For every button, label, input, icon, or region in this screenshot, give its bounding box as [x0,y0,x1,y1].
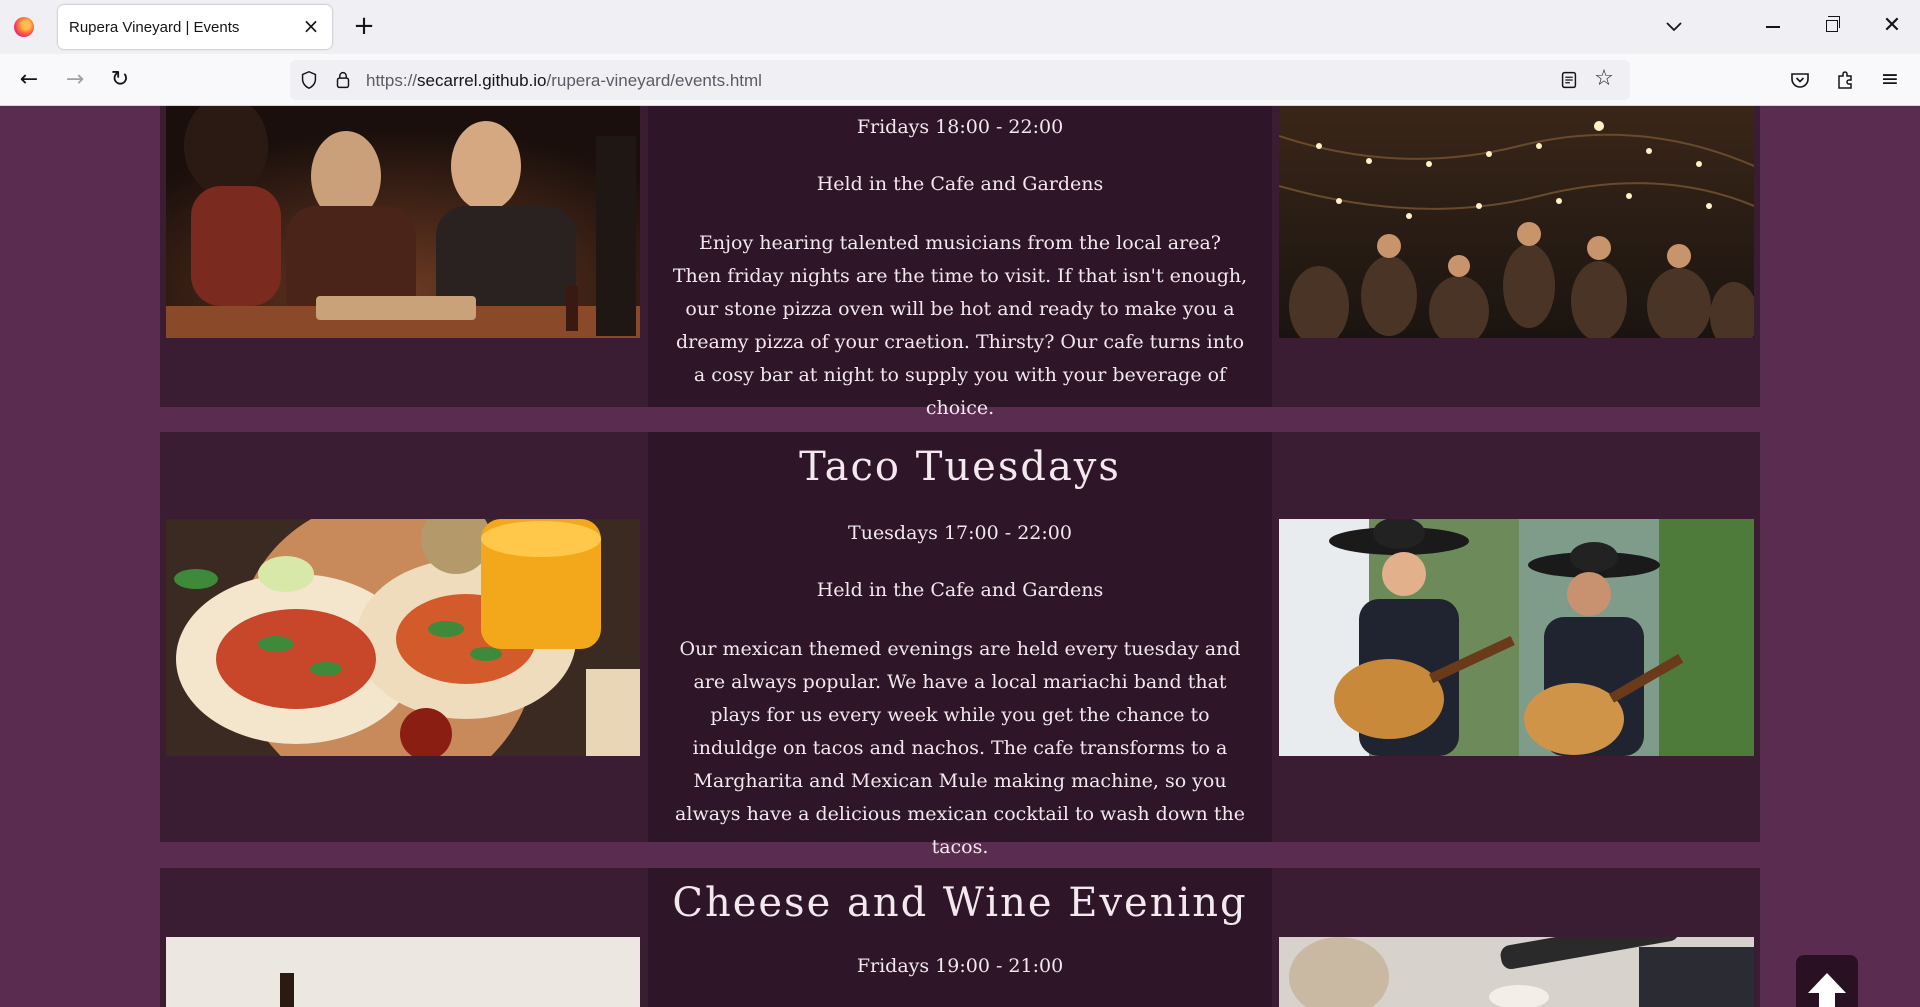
friends-eating-pizza-image [166,106,640,338]
live-music-crowd-image [1279,106,1754,338]
event-description: Enjoy hearing talented musicians from th… [672,232,1248,419]
arrow-up-icon [1808,973,1846,1007]
event-card-taco-tuesdays: Taco Tuesdays Tuesdays 17:00 - 22:00 Hel… [160,432,1760,858]
event-photo-live-music [1279,106,1754,338]
url-prefix: https:// [366,71,418,90]
event-description: Our mexican themed evenings are held eve… [675,638,1245,858]
reader-view-icon[interactable] [1558,69,1580,91]
event-photo-wine-pouring [1279,937,1754,1007]
pocket-icon[interactable] [1788,68,1812,92]
event-card-cheese-and-wine: Cheese and Wine Evening Fridays 19:00 - … [160,868,1760,1007]
shield-icon[interactable] [298,69,320,91]
hamburger-menu-icon[interactable]: ≡ [1878,68,1902,92]
browser-tab-bar: Rupera Vineyard | Events × + ✕ [0,0,1920,54]
event-info-panel: Fridays 18:00 - 22:00 Held in the Cafe a… [648,106,1272,419]
address-bar[interactable]: https://secarrel.github.io/rupera-vineya… [290,60,1630,100]
wine-bottle-image [166,937,640,1007]
reload-icon[interactable]: ↻ [108,68,132,92]
bookmark-star-icon[interactable]: ☆ [1592,67,1616,91]
event-schedule: Fridays 18:00 - 22:00 [856,116,1064,138]
restore-window-icon[interactable] [1826,16,1840,32]
event-photo-mariachi [1279,519,1754,756]
event-photo-friends-pizza [166,106,640,338]
event-photo-tacos [166,519,640,756]
new-tab-icon[interactable]: + [350,12,378,40]
event-card-live-music: Fridays 18:00 - 22:00 Held in the Cafe a… [160,106,1760,419]
event-title: Taco Tuesdays [799,444,1121,490]
event-info-panel: Cheese and Wine Evening Fridays 19:00 - … [648,868,1272,1007]
wine-pouring-image [1279,937,1754,1007]
extensions-icon[interactable] [1833,68,1857,92]
lock-icon[interactable] [332,69,354,91]
event-location: Held in the Cafe and Gardens [816,579,1104,601]
arrow-left-icon[interactable]: ← [17,68,41,92]
url-host: secarrel.github.io [417,71,547,90]
arrow-right-icon[interactable]: → [63,68,87,92]
event-photo-wine-bottle [166,937,640,1007]
chevron-down-icon[interactable] [1662,14,1686,38]
event-title: Cheese and Wine Evening [672,880,1248,926]
close-tab-icon[interactable]: × [300,15,322,37]
event-info-panel: Taco Tuesdays Tuesdays 17:00 - 22:00 Hel… [648,432,1272,858]
url-path: /rupera-vineyard/events.html [546,71,762,90]
firefox-icon [14,17,34,37]
back-to-top-button[interactable] [1796,955,1858,1007]
event-location: Held in the Cafe and Gardens [816,173,1104,195]
url-text[interactable]: https://secarrel.github.io/rupera-vineya… [366,71,762,91]
event-schedule: Fridays 19:00 - 21:00 [856,955,1064,977]
browser-tab-active[interactable]: Rupera Vineyard | Events × [58,5,332,49]
minimize-window-icon[interactable] [1766,26,1780,28]
close-window-icon[interactable]: ✕ [1880,14,1904,38]
mariachi-band-image [1279,519,1754,756]
event-schedule: Tuesdays 17:00 - 22:00 [848,522,1072,544]
browser-nav-bar: ← → ↻ https://secarrel.github.io/rupera-… [0,54,1920,106]
tacos-plate-image [166,519,640,756]
tab-title: Rupera Vineyard | Events [69,19,240,36]
